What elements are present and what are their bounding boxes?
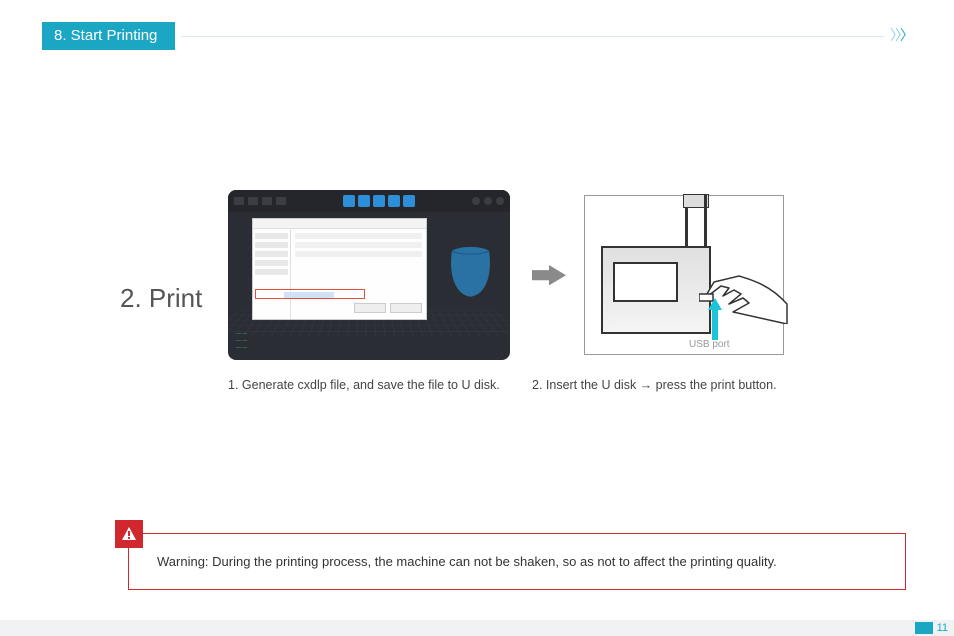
printer-touchscreen xyxy=(613,262,678,302)
page-number: 11 xyxy=(915,622,948,634)
caption-step-2: 2. Insert the U disk → press the print b… xyxy=(532,378,894,392)
section-title-tab: 8. Start Printing xyxy=(42,22,175,50)
warning-icon xyxy=(115,520,143,548)
printer-z-axis xyxy=(681,194,711,246)
section-title-text: 8. Start Printing xyxy=(54,27,157,44)
filename-highlight xyxy=(255,289,365,299)
model-preview-icon xyxy=(443,240,498,300)
slicer-software-screenshot: — —— —— — xyxy=(228,190,510,360)
app-toolbar xyxy=(228,190,510,212)
caption-row: 1. Generate cxdlp file, and save the fil… xyxy=(228,378,894,392)
arrow-right-icon xyxy=(532,265,566,285)
header-rule xyxy=(182,36,912,37)
usb-port-label: USB port xyxy=(689,339,730,350)
chevron-decoration-icon: 〉〉〉 xyxy=(884,25,912,45)
page-number-text: 11 xyxy=(937,622,948,634)
section-header-bar: 8. Start Printing 〉〉〉 xyxy=(42,22,912,50)
usb-port-arrow-icon xyxy=(708,298,722,340)
printer-illustration: USB port xyxy=(584,195,784,355)
illustration-row: — —— —— — USB port xyxy=(120,190,912,360)
page-footer: 11 xyxy=(0,620,954,636)
slice-info-text: — —— —— — xyxy=(236,331,247,352)
save-file-dialog xyxy=(252,218,427,320)
caption-step-1: 1. Generate cxdlp file, and save the fil… xyxy=(228,378,532,392)
printer-body xyxy=(601,246,711,334)
warning-text: Warning: During the printing process, th… xyxy=(157,554,777,569)
warning-callout: Warning: During the printing process, th… xyxy=(128,533,906,590)
